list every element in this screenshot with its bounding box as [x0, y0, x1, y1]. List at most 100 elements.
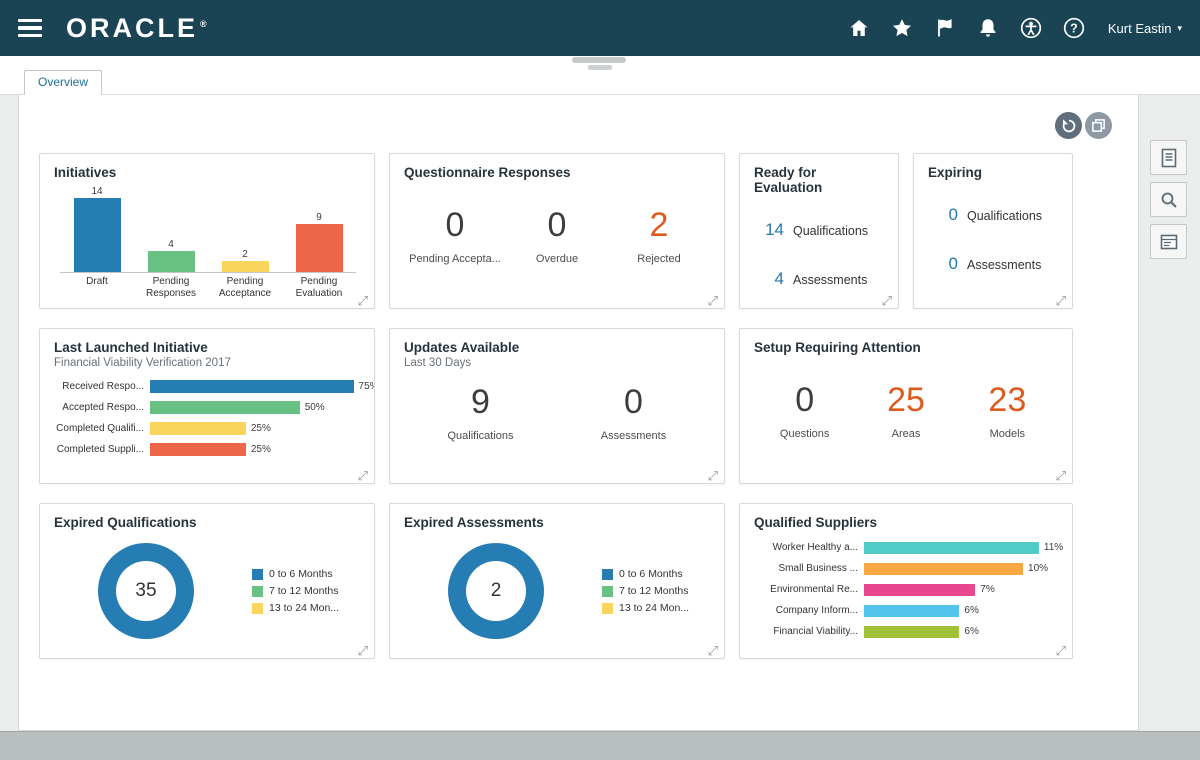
stats-row: 0 Pending Accepta... 0 Overdue 2 Rejecte…	[404, 208, 710, 265]
hbar-category-label: Completed Suppli...	[54, 444, 144, 455]
donut-chart: 35 0 to 6 Months 7 to 12 Months 13 to 24 Mo…	[98, 543, 360, 639]
stat-label: Qualifications	[404, 430, 557, 442]
collapse-handle-small[interactable]	[588, 65, 612, 70]
hbar-category-label: Completed Qualifi...	[54, 423, 144, 434]
hbar-category-label: Company Inform...	[754, 605, 858, 616]
legend-swatch	[602, 586, 613, 597]
card-initiatives: Initiatives 14429DraftPending ResponsesP…	[39, 153, 375, 309]
expand-icon[interactable]: ⤢	[708, 469, 718, 482]
expired-assessments-donut-chart: 20 to 6 Months7 to 12 Months13 to 24 Mon…	[404, 543, 710, 639]
initiatives-bar-chart: 14429DraftPending ResponsesPending Accep…	[60, 185, 356, 300]
hbar-row: Accepted Respo...50%	[54, 400, 360, 415]
hbar-category-label: Received Respo...	[54, 381, 144, 392]
collapse-handle[interactable]	[572, 57, 626, 63]
stat-assessments: 0 Assessments	[557, 385, 710, 442]
hbar-row: Received Respo...75%	[54, 379, 360, 394]
metric-label: Qualifications	[793, 224, 868, 238]
metric-row-qualifications: 0 Qualifications	[936, 205, 1058, 225]
metric-row-qualifications: 14 Qualifications	[762, 220, 884, 240]
expand-icon[interactable]: ⤢	[358, 469, 368, 482]
expand-icon[interactable]: ⤢	[358, 294, 368, 307]
legend-label: 0 to 6 Months	[619, 568, 683, 580]
bar-column: 2	[208, 185, 282, 272]
bar-column: 4	[134, 185, 208, 272]
donut-ring: 35	[98, 543, 194, 639]
legend-item: 0 to 6 Months	[252, 568, 339, 580]
expand-icon[interactable]: ⤢	[358, 644, 368, 657]
stat-label: Pending Accepta...	[404, 253, 506, 265]
card-last-launched-initiative: Last Launched Initiative Financial Viabi…	[39, 328, 375, 484]
chart-legend: 0 to 6 Months7 to 12 Months13 to 24 Mon.…	[602, 568, 689, 614]
hbar-track: 50%	[150, 401, 360, 414]
stat-questions: 0 Questions	[754, 383, 855, 440]
expand-icon[interactable]: ⤢	[1056, 294, 1066, 307]
legend-label: 13 to 24 Mon...	[269, 602, 339, 614]
hbar-value-label: 25%	[251, 444, 271, 455]
help-icon[interactable]: ?	[1057, 11, 1091, 45]
legend-swatch	[252, 569, 263, 580]
hbar-category-label: Worker Healthy a...	[754, 542, 858, 553]
legend-item: 7 to 12 Months	[252, 585, 339, 597]
expand-icon[interactable]: ⤢	[708, 644, 718, 657]
last-launched-hbar-chart: Received Respo...75% Accepted Respo...50%…	[54, 379, 360, 457]
legend-swatch	[252, 586, 263, 597]
flag-icon[interactable]	[928, 11, 962, 45]
favorites-star-icon[interactable]	[885, 11, 919, 45]
hbar-category-label: Financial Viability...	[754, 626, 858, 637]
registered-mark: ®	[200, 19, 207, 29]
card-expiring: Expiring 0 Qualifications 0 Assessments …	[913, 153, 1073, 309]
stat-models: 23 Models	[957, 383, 1058, 440]
bar-category-label: Pending Acceptance	[208, 276, 282, 300]
chart-legend: 0 to 6 Months 7 to 12 Months 13 to 24 Mon.…	[252, 568, 339, 614]
bar-column: 9	[282, 185, 356, 272]
list-panel-icon[interactable]	[1150, 224, 1187, 259]
stat-value: 0	[557, 385, 710, 419]
metric-rows: 14 Qualifications 4 Assessments	[754, 220, 884, 289]
hbar-category-label: Environmental Re...	[754, 584, 858, 595]
hbar-value-label: 6%	[964, 605, 978, 616]
expand-icon[interactable]: ⤢	[882, 294, 892, 307]
card-title: Updates Available	[404, 340, 710, 355]
legend-item: 7 to 12 Months	[602, 585, 689, 597]
home-icon[interactable]	[842, 11, 876, 45]
svg-text:?: ?	[1070, 21, 1078, 35]
report-document-icon[interactable]	[1150, 140, 1187, 175]
card-title: Initiatives	[54, 165, 360, 180]
expand-icon[interactable]: ⤢	[708, 294, 718, 307]
stat-value: 9	[404, 385, 557, 419]
header-actions: ? Kurt Eastin ▾	[842, 11, 1182, 45]
bar-value-label: 14	[91, 186, 102, 197]
panel-actions	[1055, 112, 1112, 139]
layout-pages-icon[interactable]	[1085, 112, 1112, 139]
bar-category-label: Pending Evaluation	[282, 276, 356, 300]
hbar-row: Environmental Re...7%	[754, 582, 1058, 597]
accessibility-icon[interactable]	[1014, 11, 1048, 45]
hbar-track: 6%	[864, 626, 1058, 638]
hbar-bar	[150, 401, 300, 414]
expired-qualifications-donut-chart: 35 0 to 6 Months 7 to 12 Months 13 to 24 Mo…	[54, 543, 360, 639]
hbar-bar	[864, 584, 975, 596]
expand-icon[interactable]: ⤢	[1056, 644, 1066, 657]
notifications-bell-icon[interactable]	[971, 11, 1005, 45]
search-icon[interactable]	[1150, 182, 1187, 217]
metric-row-assessments: 4 Assessments	[762, 269, 884, 289]
card-setup-requiring-attention: Setup Requiring Attention 0 Questions 25…	[739, 328, 1073, 484]
card-questionnaire-responses: Questionnaire Responses 0 Pending Accept…	[389, 153, 725, 309]
stat-overdue: 0 Overdue	[506, 208, 608, 265]
hbar-value-label: 6%	[964, 626, 978, 637]
user-menu[interactable]: Kurt Eastin ▾	[1108, 21, 1182, 36]
tab-overview[interactable]: Overview	[24, 70, 102, 95]
hbar-bar	[150, 380, 354, 393]
hbar-track: 6%	[864, 605, 1058, 617]
stat-label: Overdue	[506, 253, 608, 265]
refresh-icon[interactable]	[1055, 112, 1082, 139]
hbar-value-label: 11%	[1044, 542, 1063, 553]
menu-icon[interactable]	[18, 15, 44, 42]
expand-icon[interactable]: ⤢	[1056, 469, 1066, 482]
user-name: Kurt Eastin	[1108, 21, 1172, 36]
card-ready-for-evaluation: Ready for Evaluation 14 Qualifications 4…	[739, 153, 899, 309]
stat-value: 23	[957, 383, 1058, 417]
card-title: Last Launched Initiative	[54, 340, 360, 355]
card-subtitle: Last 30 Days	[404, 357, 710, 369]
card-subtitle: Financial Viability Verification 2017	[54, 357, 360, 369]
